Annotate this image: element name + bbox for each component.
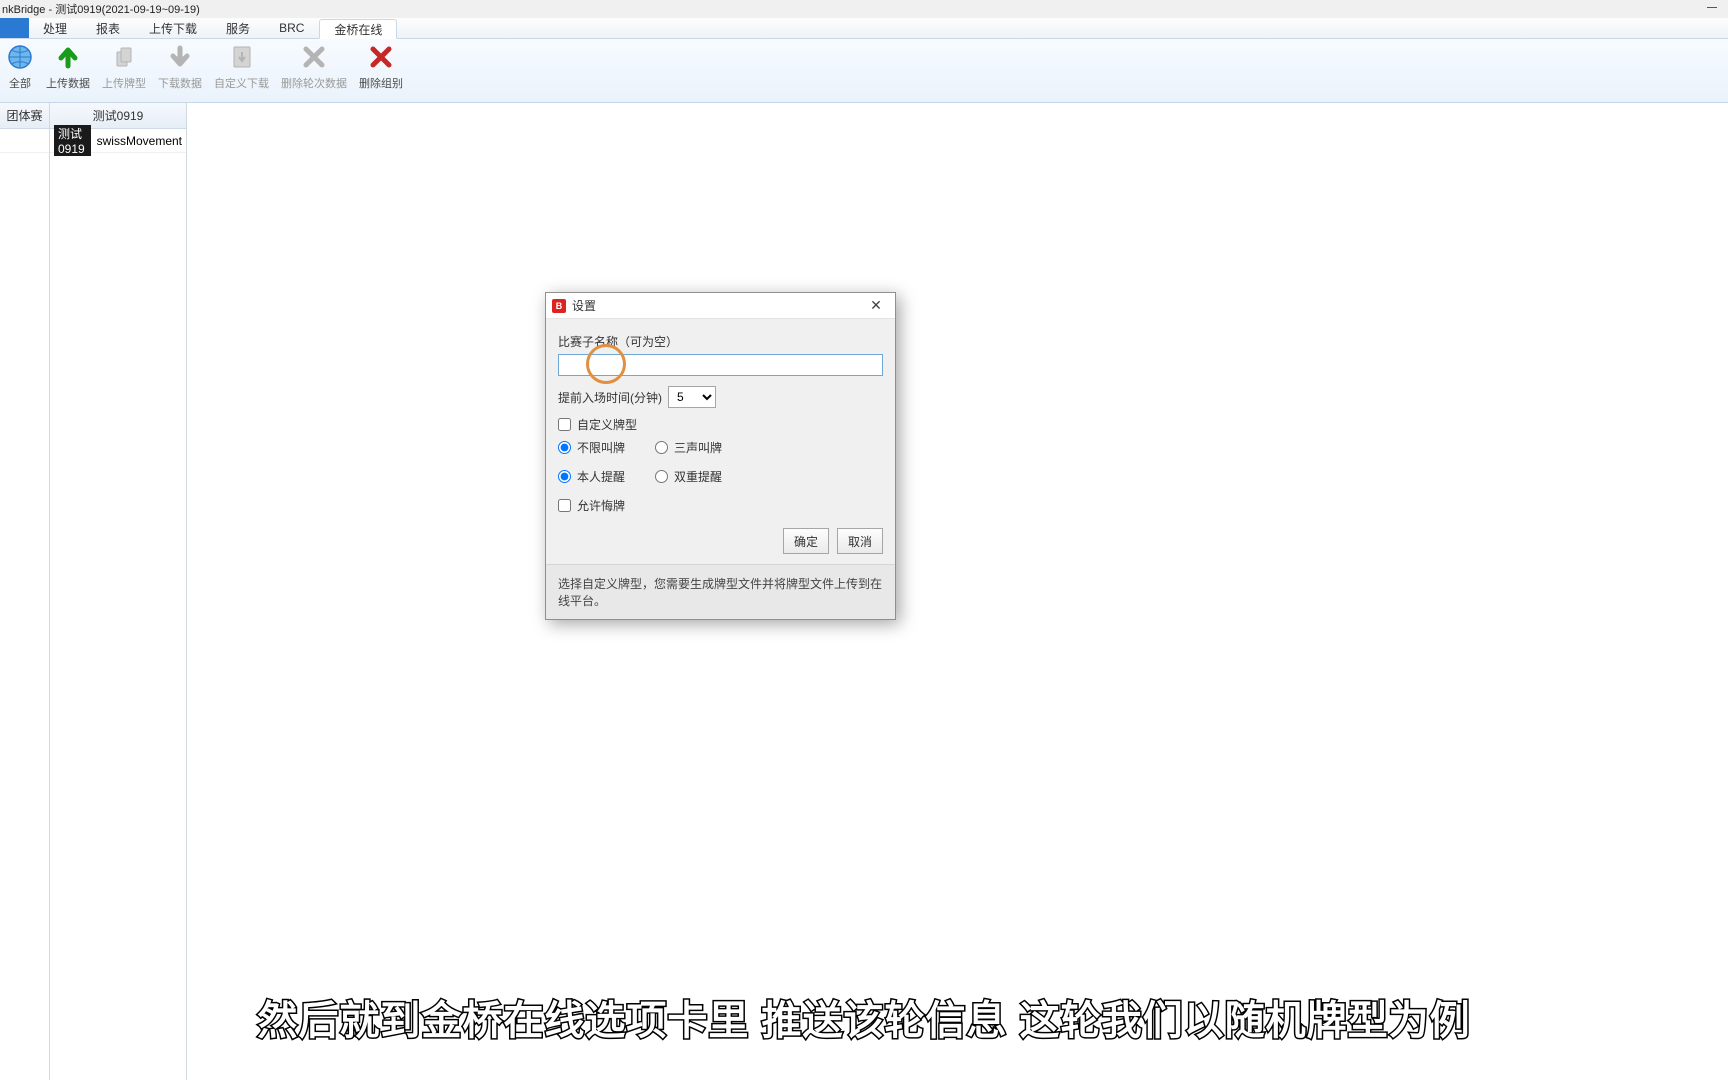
dialog-app-icon: B — [552, 299, 566, 313]
menu-bar: 处理 报表 上传下载 服务 BRC 金桥在线 — [0, 18, 1728, 39]
bid-three-label: 三声叫牌 — [674, 439, 722, 456]
custom-deal-checkbox[interactable]: 自定义牌型 — [558, 416, 883, 433]
x-orange-icon — [300, 43, 328, 71]
bid-unlimited-radio[interactable]: 不限叫牌 — [558, 439, 625, 456]
ribbon-label: 上传牌型 — [102, 75, 146, 91]
bid-three-radio[interactable]: 三声叫牌 — [655, 439, 722, 456]
side-b-row[interactable]: 测试0919 swissMovement — [50, 129, 186, 153]
custom-deal-label: 自定义牌型 — [577, 416, 637, 433]
menu-item-3[interactable]: 服务 — [212, 18, 265, 38]
bid-three-input[interactable] — [655, 441, 668, 454]
cancel-button[interactable]: 取消 — [837, 528, 883, 554]
main-pane — [187, 103, 1728, 1080]
side-b-selected: 测试0919 — [54, 125, 91, 156]
globe-icon — [6, 43, 34, 71]
menu-item-1[interactable]: 报表 — [82, 18, 135, 38]
ribbon-label: 自定义下载 — [214, 75, 269, 91]
remind-self-radio[interactable]: 本人提醒 — [558, 468, 625, 485]
ribbon-label: 上传数据 — [46, 75, 90, 91]
settings-dialog: B 设置 ✕ 比赛子名称（可为空） 提前入场时间(分钟) 5 自定义牌型 不限叫… — [545, 292, 896, 620]
ribbon-btn-delete-round: 删除轮次数据 — [275, 43, 353, 91]
allow-undo-input[interactable] — [558, 499, 571, 512]
arrow-down-icon — [166, 43, 194, 71]
match-name-input[interactable] — [558, 354, 883, 376]
window-titlebar: nkBridge - 测试0919(2021-09-19~09-19) — [0, 0, 1728, 18]
menu-item-5[interactable]: 金桥在线 — [319, 19, 397, 39]
remind-double-input[interactable] — [655, 470, 668, 483]
side-a-header: 团体赛 — [0, 103, 49, 129]
dialog-close-button[interactable]: ✕ — [863, 296, 889, 316]
ribbon-btn-delete-group[interactable]: 删除组别 — [353, 43, 409, 91]
side-column-a: 团体赛 — [0, 103, 50, 1080]
remind-self-input[interactable] — [558, 470, 571, 483]
dialog-title-text: 设置 — [572, 297, 596, 314]
side-column-b: 测试0919 测试0919 swissMovement — [50, 103, 187, 1080]
menu-item-4[interactable]: BRC — [265, 18, 319, 38]
menu-file-icon[interactable] — [0, 18, 29, 38]
dialog-titlebar[interactable]: B 设置 ✕ — [546, 293, 895, 319]
menu-item-2[interactable]: 上传下载 — [135, 18, 212, 38]
dialog-body: 比赛子名称（可为空） 提前入场时间(分钟) 5 自定义牌型 不限叫牌 三声叫牌 — [546, 319, 895, 564]
side-a-row[interactable] — [0, 129, 49, 153]
sheet-down-icon — [228, 43, 256, 71]
ribbon-label: 删除组别 — [359, 75, 403, 91]
match-name-label: 比赛子名称（可为空） — [558, 333, 883, 350]
bid-unlimited-label: 不限叫牌 — [577, 439, 625, 456]
window-title: nkBridge - 测试0919(2021-09-19~09-19) — [2, 1, 200, 17]
bid-unlimited-input[interactable] — [558, 441, 571, 454]
x-red-icon — [367, 43, 395, 71]
custom-deal-checkbox-input[interactable] — [558, 418, 571, 431]
remind-double-label: 双重提醒 — [674, 468, 722, 485]
ribbon-label: 全部 — [9, 75, 31, 91]
ribbon-btn-upload-deal: 上传牌型 — [96, 43, 152, 91]
ribbon-toolbar: 全部 上传数据 上传牌型 下载数据 自定义下载 删除轮次数据 删除组别 — [0, 39, 1728, 103]
entry-time-label: 提前入场时间(分钟) — [558, 389, 662, 406]
cards-up-icon — [110, 43, 138, 71]
ribbon-btn-upload[interactable]: 上传数据 — [40, 43, 96, 91]
remind-self-label: 本人提醒 — [577, 468, 625, 485]
ribbon-btn-custom-download: 自定义下载 — [208, 43, 275, 91]
side-b-movement: swissMovement — [97, 134, 182, 148]
remind-double-radio[interactable]: 双重提醒 — [655, 468, 722, 485]
ribbon-btn-all[interactable]: 全部 — [0, 43, 40, 91]
menu-item-0[interactable]: 处理 — [29, 18, 82, 38]
ribbon-btn-download: 下载数据 — [152, 43, 208, 91]
ribbon-label: 删除轮次数据 — [281, 75, 347, 91]
video-subtitle: 然后就到金桥在线选项卡里 推送该轮信息 这轮我们以随机牌型为例 — [0, 988, 1728, 1046]
ribbon-label: 下载数据 — [158, 75, 202, 91]
window-minimize-button[interactable] — [1700, 0, 1724, 14]
ok-button[interactable]: 确定 — [783, 528, 829, 554]
entry-time-select[interactable]: 5 — [668, 386, 716, 408]
allow-undo-label: 允许悔牌 — [577, 497, 625, 514]
arrow-up-icon — [54, 43, 82, 71]
dialog-footer-hint: 选择自定义牌型，您需要生成牌型文件并将牌型文件上传到在线平台。 — [546, 564, 895, 619]
allow-undo-checkbox[interactable]: 允许悔牌 — [558, 497, 883, 514]
